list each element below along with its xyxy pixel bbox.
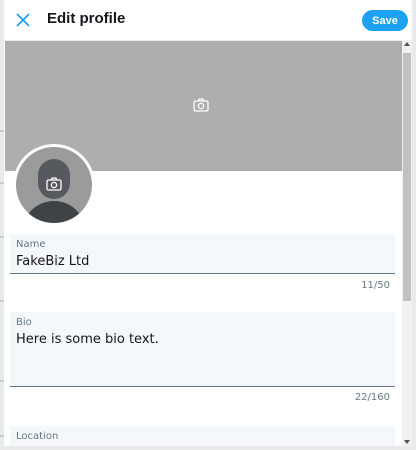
close-button[interactable]: [8, 6, 38, 34]
name-field[interactable]: Name FakeBiz Ltd: [10, 234, 395, 274]
location-field[interactable]: Location: [10, 426, 395, 446]
save-button[interactable]: Save: [362, 10, 408, 31]
dialog-title: Edit profile: [47, 10, 126, 27]
edit-profile-dialog: Edit profile Save Name FakeBiz Ltd 11/50: [4, 0, 412, 446]
scrollbar[interactable]: [402, 40, 412, 446]
name-label: Name: [16, 239, 46, 250]
scrollbar-thumb[interactable]: [403, 53, 411, 301]
name-counter: 11/50: [361, 280, 390, 291]
background-page-right: [412, 0, 416, 450]
close-icon: [16, 13, 30, 27]
avatar[interactable]: [16, 147, 92, 223]
dialog-header: Edit profile Save: [4, 0, 412, 41]
scroll-down-arrow-icon[interactable]: [404, 440, 410, 444]
location-label: Location: [16, 431, 59, 442]
bio-counter: 22/160: [354, 392, 390, 403]
camera-icon[interactable]: [45, 176, 63, 192]
bio-value[interactable]: Here is some bio text.: [16, 332, 159, 347]
dialog-scroll-area[interactable]: Name FakeBiz Ltd 11/50 Bio Here is some …: [4, 40, 402, 446]
scroll-up-arrow-icon[interactable]: [404, 42, 410, 46]
bio-field[interactable]: Bio Here is some bio text.: [10, 312, 395, 387]
background-page-bottom: [0, 446, 416, 450]
name-value[interactable]: FakeBiz Ltd: [16, 254, 89, 269]
bio-label: Bio: [16, 317, 32, 328]
camera-icon[interactable]: [192, 97, 210, 113]
